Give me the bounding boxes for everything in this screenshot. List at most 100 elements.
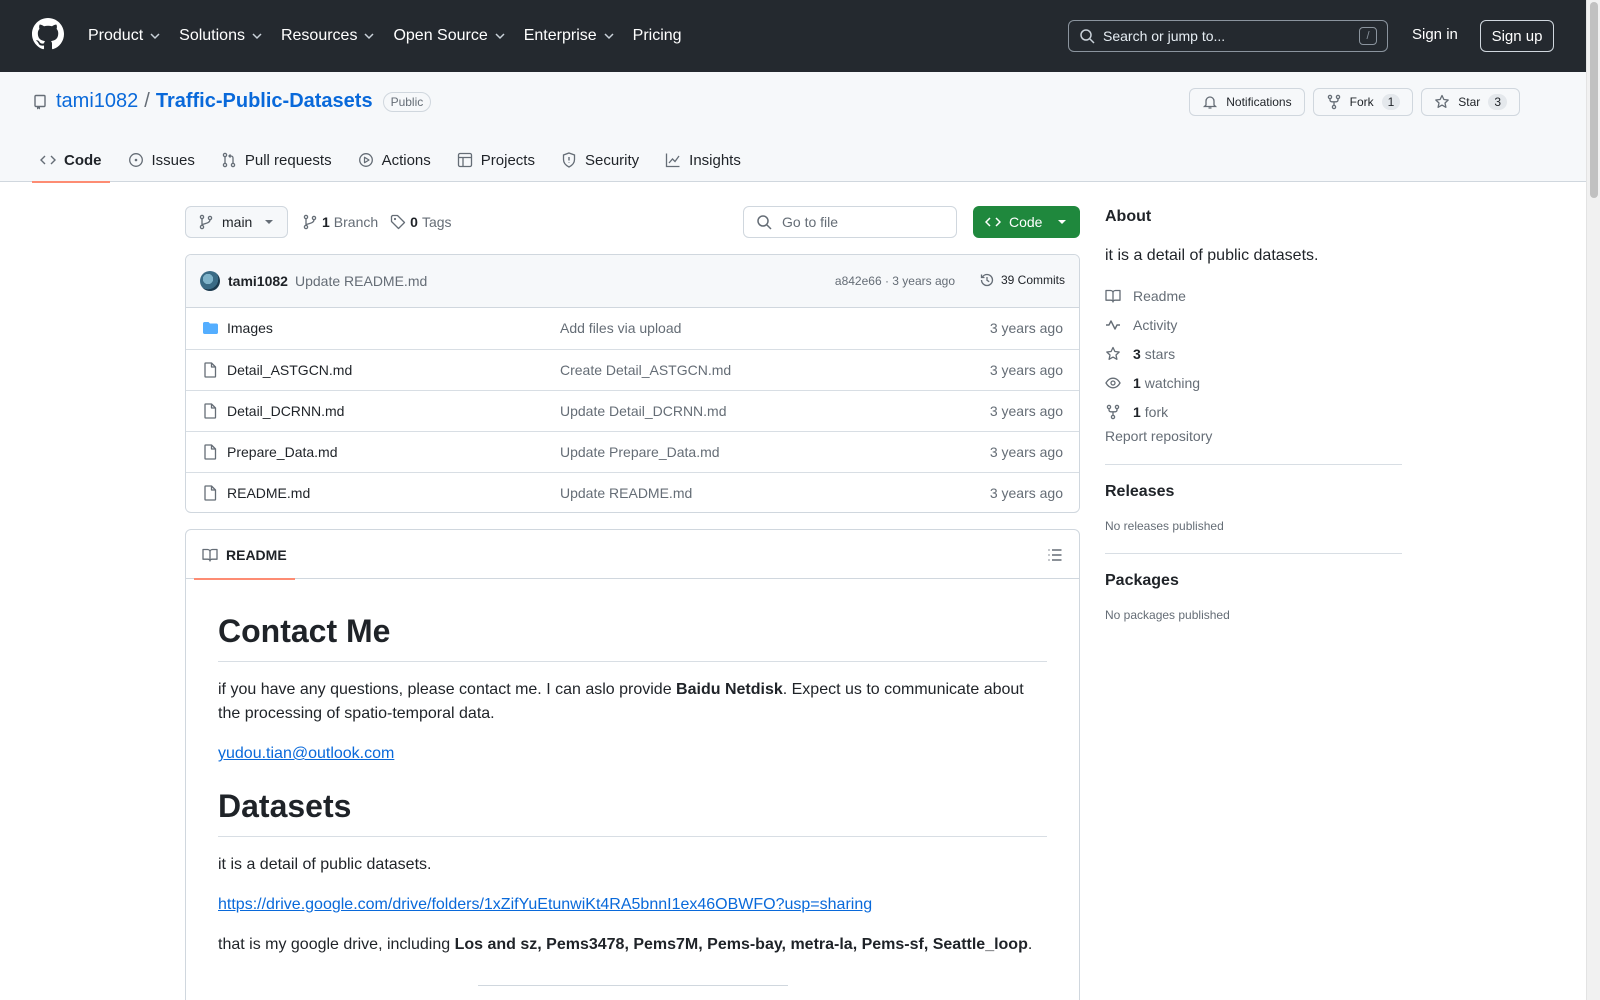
tab-label: Projects xyxy=(480,151,535,169)
scrollbar-thumb[interactable] xyxy=(1590,2,1598,198)
file-commit-time: 3 years ago xyxy=(989,485,1063,501)
chevron-down-icon xyxy=(150,33,160,40)
report-repository-link[interactable]: Report repository xyxy=(1105,428,1402,444)
file-commit-message[interactable]: Update Prepare_Data.md xyxy=(560,444,720,460)
list-outline-icon[interactable] xyxy=(1047,547,1063,563)
visibility-badge: Public xyxy=(382,91,432,112)
tab-issues[interactable]: Issues xyxy=(120,138,203,182)
caret-down-icon xyxy=(1058,220,1066,224)
pulse-icon xyxy=(1106,319,1120,330)
file-row-prepare-data[interactable]: Prepare_Data.md Update Prepare_Data.md 3… xyxy=(186,431,1079,472)
file-name-link[interactable]: README.md xyxy=(227,485,310,501)
repo-owner-link[interactable]: tami1082 xyxy=(56,90,138,113)
avatar[interactable] xyxy=(200,271,220,291)
file-name-link[interactable]: Prepare_Data.md xyxy=(227,444,338,460)
sign-in-link[interactable]: Sign in xyxy=(1412,26,1458,43)
forks-link[interactable]: 1 fork xyxy=(1105,397,1402,426)
file-commit-time: 3 years ago xyxy=(989,362,1063,378)
search-shortcut-key: / xyxy=(1359,27,1377,45)
readme-tab[interactable]: README xyxy=(194,530,295,580)
search-input[interactable]: Search or jump to... / xyxy=(1068,20,1388,52)
page-scrollbar[interactable] xyxy=(1586,0,1600,1000)
nav-resources[interactable]: Resources xyxy=(281,27,375,45)
code-dropdown-button[interactable]: Code xyxy=(973,206,1080,238)
tags-link[interactable]: 0 Tags xyxy=(390,214,452,230)
folder-icon xyxy=(203,322,218,334)
contact-paragraph: if you have any questions, please contac… xyxy=(218,678,1047,726)
file-commit-message[interactable]: Update README.md xyxy=(560,485,692,501)
eye-icon xyxy=(1105,377,1121,388)
file-row-images[interactable]: Images Add files via upload 3 years ago xyxy=(186,308,1079,349)
watching-word: watching xyxy=(1144,374,1201,391)
tab-code[interactable]: Code xyxy=(32,138,110,183)
commit-hash-time[interactable]: a842e66 · 3 years ago xyxy=(835,274,955,288)
go-to-file-input[interactable]: Go to file xyxy=(743,206,957,238)
readme-link-label: Readme xyxy=(1133,287,1186,304)
tab-label: Pull requests xyxy=(244,151,332,169)
nav-solutions[interactable]: Solutions xyxy=(179,27,263,45)
book-icon xyxy=(1105,289,1121,303)
file-icon xyxy=(204,362,217,378)
chevron-down-icon xyxy=(364,33,374,40)
watching-link[interactable]: 1 watching xyxy=(1105,368,1402,397)
repo-title: tami1082 / Traffic-Public-Datasets Publi… xyxy=(32,90,432,113)
star-icon xyxy=(1106,346,1120,360)
nav-pricing[interactable]: Pricing xyxy=(633,27,682,45)
tab-label: Insights xyxy=(689,151,741,169)
nav-enterprise[interactable]: Enterprise xyxy=(524,27,615,45)
global-header: Product Solutions Resources Open Source … xyxy=(0,0,1586,72)
tab-label: Code xyxy=(64,151,102,169)
file-list: Images Add files via upload 3 years ago … xyxy=(186,308,1079,512)
nav-label: Enterprise xyxy=(523,27,597,44)
file-name-link[interactable]: Images xyxy=(227,320,273,336)
file-row-detail-dcrnn[interactable]: Detail_DCRNN.md Update Detail_DCRNN.md 3… xyxy=(186,390,1079,431)
branches-link[interactable]: 1 Branch xyxy=(302,214,378,230)
commit-author-link[interactable]: tami1082 xyxy=(228,273,288,289)
file-icon xyxy=(204,485,217,501)
notifications-button[interactable]: Notifications xyxy=(1189,88,1305,116)
file-row-readme[interactable]: README.md Update README.md 3 years ago xyxy=(186,472,1079,512)
packages-heading[interactable]: Packages xyxy=(1105,572,1402,590)
commit-message-link[interactable]: Update README.md xyxy=(295,273,427,289)
fork-count: 1 xyxy=(1381,94,1401,110)
tab-security[interactable]: Security xyxy=(553,138,647,182)
branch-selector[interactable]: main xyxy=(185,206,288,238)
search-placeholder: Search or jump to... xyxy=(1103,28,1226,44)
file-name-link[interactable]: Detail_DCRNN.md xyxy=(227,403,344,419)
pull-request-icon xyxy=(222,152,236,168)
activity-link[interactable]: Activity xyxy=(1105,310,1402,339)
email-link[interactable]: yudou.tian@outlook.com xyxy=(218,745,394,762)
tab-pull-requests[interactable]: Pull requests xyxy=(213,138,340,182)
file-commit-message[interactable]: Create Detail_ASTGCN.md xyxy=(560,362,731,378)
releases-heading[interactable]: Releases xyxy=(1105,483,1402,501)
nav-open-source[interactable]: Open Source xyxy=(393,27,505,45)
fork-button[interactable]: Fork 1 xyxy=(1312,88,1414,116)
star-label: Star xyxy=(1458,95,1481,109)
file-name-link[interactable]: Detail_ASTGCN.md xyxy=(227,362,352,378)
nav-product[interactable]: Product xyxy=(88,27,161,45)
releases-empty-text: No releases published xyxy=(1105,519,1224,533)
sign-up-button[interactable]: Sign up xyxy=(1480,20,1554,52)
file-commit-time: 3 years ago xyxy=(989,444,1063,460)
commits-link[interactable]: 39 Commits xyxy=(979,272,1065,288)
activity-link-label: Activity xyxy=(1133,316,1178,333)
stars-count: 3 xyxy=(1133,345,1141,362)
github-logo-icon[interactable] xyxy=(32,18,64,50)
repo-name-link[interactable]: Traffic-Public-Datasets xyxy=(156,90,373,113)
sidebar-divider xyxy=(1105,553,1402,554)
file-row-detail-astgcn[interactable]: Detail_ASTGCN.md Create Detail_ASTGCN.md… xyxy=(186,349,1079,390)
tab-insights[interactable]: Insights xyxy=(657,138,749,182)
stars-link[interactable]: 3 stars xyxy=(1105,339,1402,368)
forks-count: 1 xyxy=(1133,403,1141,420)
tag-count: 0 xyxy=(410,214,418,230)
branch-icon xyxy=(199,214,213,230)
tab-actions[interactable]: Actions xyxy=(350,138,439,182)
file-commit-message[interactable]: Update Detail_DCRNN.md xyxy=(560,403,727,419)
fork-icon xyxy=(1106,404,1120,419)
book-icon xyxy=(202,548,218,562)
google-drive-link[interactable]: https://drive.google.com/drive/folders/1… xyxy=(218,896,872,913)
star-button[interactable]: Star 3 xyxy=(1421,88,1520,116)
file-commit-message[interactable]: Add files via upload xyxy=(560,320,681,336)
readme-link[interactable]: Readme xyxy=(1105,281,1402,310)
tab-projects[interactable]: Projects xyxy=(449,138,543,182)
